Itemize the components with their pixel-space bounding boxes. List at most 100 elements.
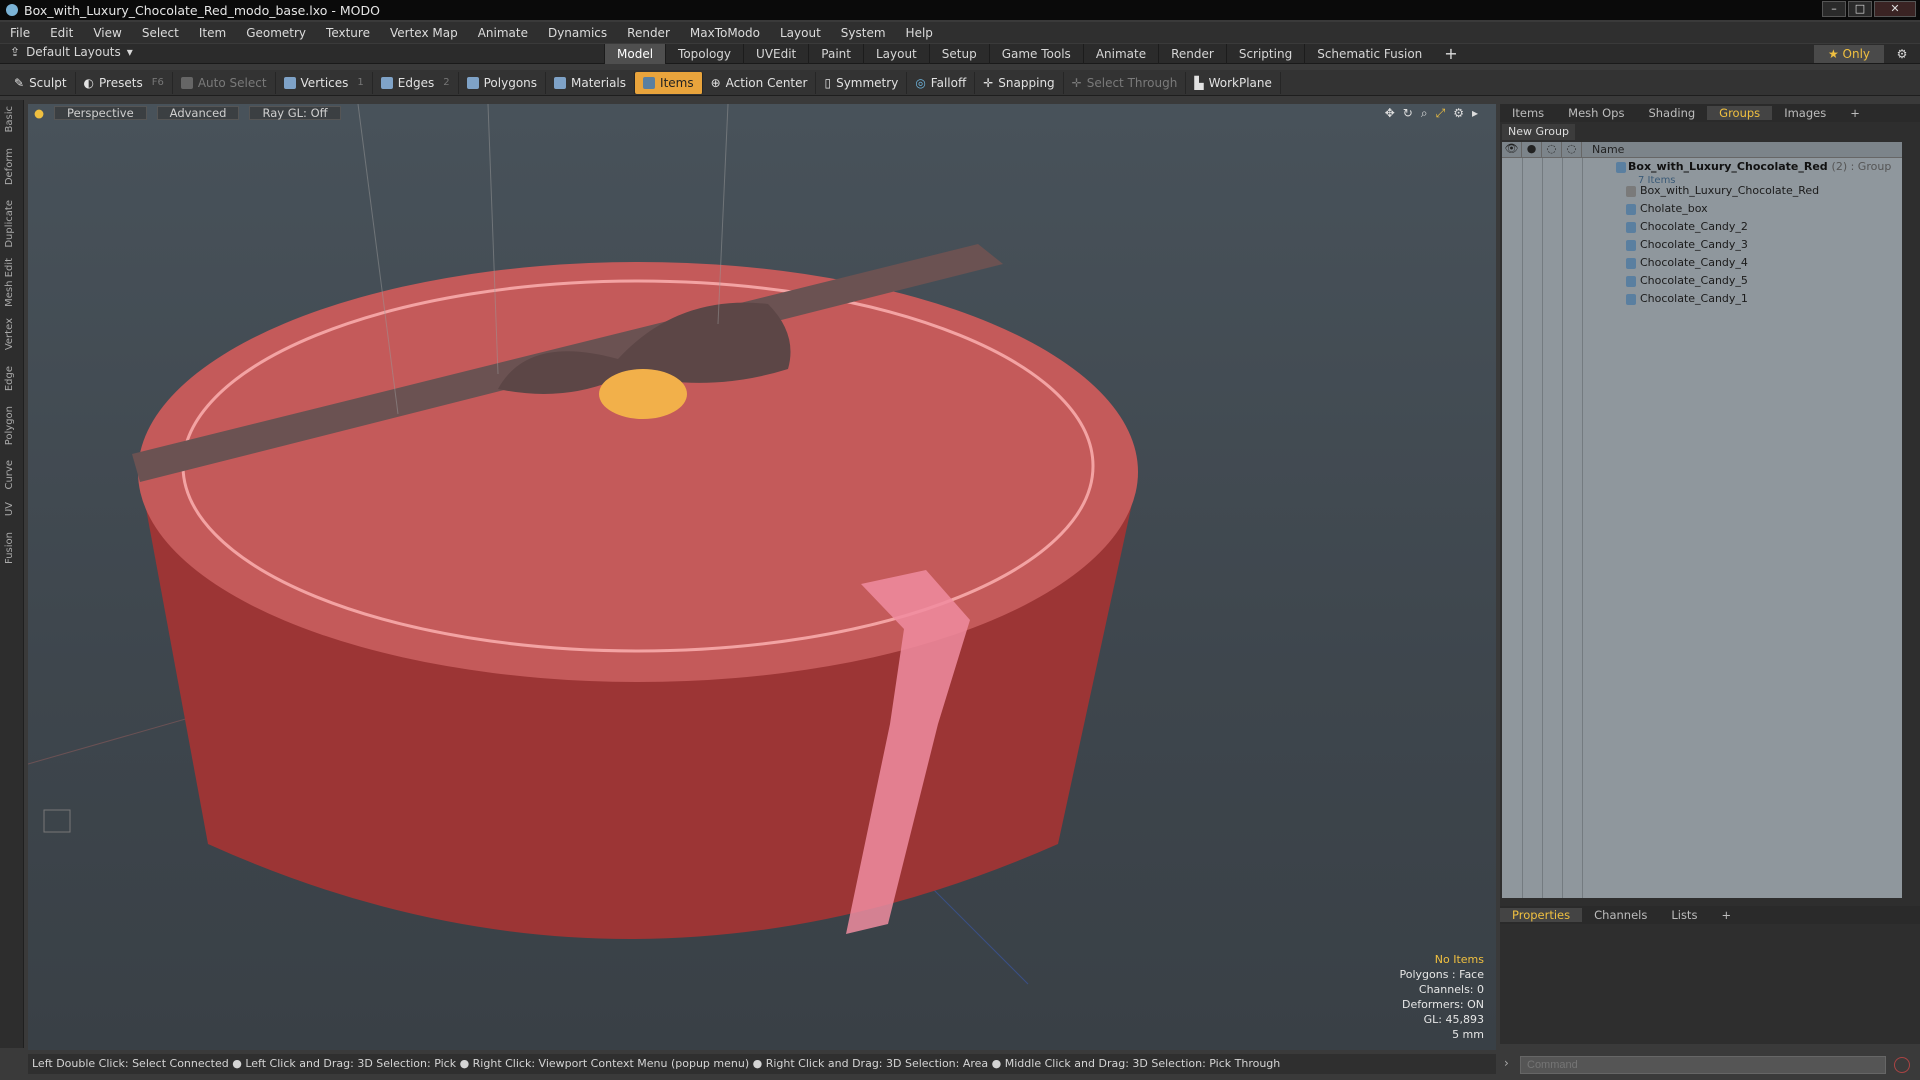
- tab-properties[interactable]: Properties: [1500, 908, 1583, 922]
- vtab-deform[interactable]: Deform: [4, 148, 15, 185]
- tab-setup[interactable]: Setup: [928, 44, 989, 64]
- menu-edit[interactable]: Edit: [40, 26, 83, 40]
- items-button[interactable]: Items: [635, 71, 703, 94]
- new-group-button[interactable]: New Group: [1502, 124, 1575, 140]
- layout-bar: ⇪ Default Layouts ▾ Model Topology UVEdi…: [0, 44, 1920, 64]
- tab-items[interactable]: Items: [1500, 106, 1556, 120]
- tree-item-chocolate-candy-2[interactable]: Chocolate_Candy_2: [1502, 218, 1902, 236]
- menu-help[interactable]: Help: [896, 26, 943, 40]
- command-input[interactable]: [1520, 1056, 1886, 1074]
- right-panel: Items Mesh Ops Shading Groups Images + N…: [1500, 104, 1920, 1044]
- menu-animate[interactable]: Animate: [468, 26, 538, 40]
- menu-file[interactable]: File: [0, 26, 40, 40]
- tree-item-chocolate-candy-1[interactable]: Chocolate_Candy_1: [1502, 290, 1902, 308]
- render-column-icon[interactable]: ●: [1522, 142, 1542, 157]
- menu-select[interactable]: Select: [132, 26, 189, 40]
- snapping-button[interactable]: ✛ Snapping: [975, 71, 1064, 94]
- tree-item-cholate-box[interactable]: Cholate_box: [1502, 200, 1902, 218]
- rotate-view-icon[interactable]: ↻: [1403, 106, 1413, 121]
- lock-column-icon[interactable]: ◌: [1542, 142, 1562, 157]
- viewport-arrow-icon[interactable]: ▸: [1472, 106, 1478, 121]
- viewport-settings-icon[interactable]: ⚙: [1453, 106, 1464, 121]
- tree-item-chocolate-candy-4[interactable]: Chocolate_Candy_4: [1502, 254, 1902, 272]
- vtab-uv[interactable]: UV: [4, 502, 15, 516]
- menu-dynamics[interactable]: Dynamics: [538, 26, 617, 40]
- edges-button[interactable]: Edges 2: [373, 71, 459, 94]
- tab-shading[interactable]: Shading: [1636, 106, 1707, 120]
- menu-item[interactable]: Item: [189, 26, 236, 40]
- vtab-vertex[interactable]: Vertex: [4, 318, 15, 350]
- tab-mesh-ops[interactable]: Mesh Ops: [1556, 106, 1636, 120]
- tree-item-chocolate-candy-5[interactable]: Chocolate_Candy_5: [1502, 272, 1902, 290]
- menu-vertex-map[interactable]: Vertex Map: [380, 26, 468, 40]
- tab-topology[interactable]: Topology: [665, 44, 743, 64]
- tab-layout[interactable]: Layout: [862, 44, 929, 64]
- menu-texture[interactable]: Texture: [316, 26, 380, 40]
- materials-button[interactable]: Materials: [546, 71, 636, 94]
- add-tab-icon[interactable]: +: [1434, 44, 1467, 64]
- fit-view-icon[interactable]: ⤢: [1436, 106, 1446, 121]
- vtab-curve[interactable]: Curve: [4, 460, 15, 490]
- tab-scripting[interactable]: Scripting: [1225, 44, 1304, 64]
- presets-button[interactable]: ◐ Presets F6: [76, 71, 173, 94]
- tree-item-chocolate-candy-3[interactable]: Chocolate_Candy_3: [1502, 236, 1902, 254]
- vtab-mesh-edit[interactable]: Mesh Edit: [4, 258, 15, 307]
- name-column-header[interactable]: Name: [1582, 142, 1624, 157]
- shading-mode-button[interactable]: Advanced: [156, 106, 240, 120]
- tree-item-box-with-luxury-chocolate-red[interactable]: Box_with_Luxury_Chocolate_Red: [1502, 182, 1902, 200]
- tab-images[interactable]: Images: [1772, 106, 1838, 120]
- close-button[interactable]: ✕: [1874, 1, 1916, 17]
- tab-render[interactable]: Render: [1158, 44, 1226, 64]
- auto-select-button[interactable]: Auto Select: [173, 71, 276, 94]
- tab-animate[interactable]: Animate: [1082, 44, 1158, 64]
- vtab-duplicate[interactable]: Duplicate: [4, 200, 15, 248]
- tab-model[interactable]: Model: [604, 44, 666, 64]
- workplane-button[interactable]: ▙ WorkPlane: [1186, 71, 1281, 94]
- tab-channels[interactable]: Channels: [1582, 908, 1659, 922]
- tab-schematic-fusion[interactable]: Schematic Fusion: [1304, 44, 1434, 64]
- vtab-polygon[interactable]: Polygon: [4, 406, 15, 445]
- viewport-3d[interactable]: ● Perspective Advanced Ray GL: Off ✥ ↻ ⌕…: [28, 104, 1496, 1050]
- tab-paint[interactable]: Paint: [808, 44, 863, 64]
- symmetry-button[interactable]: ▯ Symmetry: [816, 71, 908, 94]
- gear-icon[interactable]: ⚙: [1892, 45, 1912, 63]
- menu-geometry[interactable]: Geometry: [236, 26, 316, 40]
- menu-view[interactable]: View: [83, 26, 131, 40]
- tab-groups[interactable]: Groups: [1707, 106, 1773, 120]
- only-button[interactable]: ★ Only: [1814, 45, 1884, 63]
- tree-item-label: Cholate_box: [1640, 202, 1708, 215]
- menu-render[interactable]: Render: [617, 26, 680, 40]
- vtab-fusion[interactable]: Fusion: [4, 532, 15, 564]
- menu-maxtomodo[interactable]: MaxToModo: [680, 26, 770, 40]
- zoom-view-icon[interactable]: ⌕: [1421, 106, 1428, 121]
- falloff-button[interactable]: ◎ Falloff: [907, 71, 976, 94]
- visibility-column-icon[interactable]: 👁: [1502, 142, 1522, 157]
- polygons-button[interactable]: Polygons: [459, 71, 547, 94]
- add-panel-tab-icon[interactable]: +: [1838, 106, 1872, 120]
- maximize-button[interactable]: □: [1848, 1, 1872, 17]
- vtab-edge[interactable]: Edge: [4, 366, 15, 391]
- default-layouts-dropdown[interactable]: ⇪ Default Layouts ▾: [10, 45, 133, 59]
- vertices-button[interactable]: Vertices 1: [276, 71, 373, 94]
- command-history-icon[interactable]: [1894, 1057, 1910, 1073]
- select-column-icon[interactable]: ◌: [1562, 142, 1582, 157]
- sculpt-button[interactable]: ✎ Sculpt: [6, 71, 76, 94]
- info-deformers: Deformers: ON: [1402, 998, 1484, 1011]
- action-center-button[interactable]: ⊕ Action Center: [703, 71, 817, 94]
- vtab-basic[interactable]: Basic: [4, 106, 15, 132]
- move-view-icon[interactable]: ✥: [1385, 106, 1395, 121]
- tab-game-tools[interactable]: Game Tools: [988, 44, 1083, 64]
- info-channels: Channels: 0: [1418, 983, 1484, 996]
- tab-uvedit[interactable]: UVEdit: [743, 44, 808, 64]
- raygl-button[interactable]: Ray GL: Off: [249, 106, 341, 120]
- menu-system[interactable]: System: [831, 26, 896, 40]
- tab-lists[interactable]: Lists: [1659, 908, 1709, 922]
- presets-label: Presets: [99, 75, 143, 90]
- vertices-label: Vertices: [300, 75, 349, 90]
- group-row[interactable]: Box_with_Luxury_Chocolate_Red (2) : Grou…: [1502, 158, 1902, 186]
- select-through-button[interactable]: ✛ Select Through: [1064, 71, 1187, 94]
- minimize-button[interactable]: –: [1822, 1, 1846, 17]
- add-properties-tab-icon[interactable]: +: [1709, 908, 1743, 922]
- menu-layout[interactable]: Layout: [770, 26, 831, 40]
- view-mode-button[interactable]: Perspective: [54, 106, 147, 120]
